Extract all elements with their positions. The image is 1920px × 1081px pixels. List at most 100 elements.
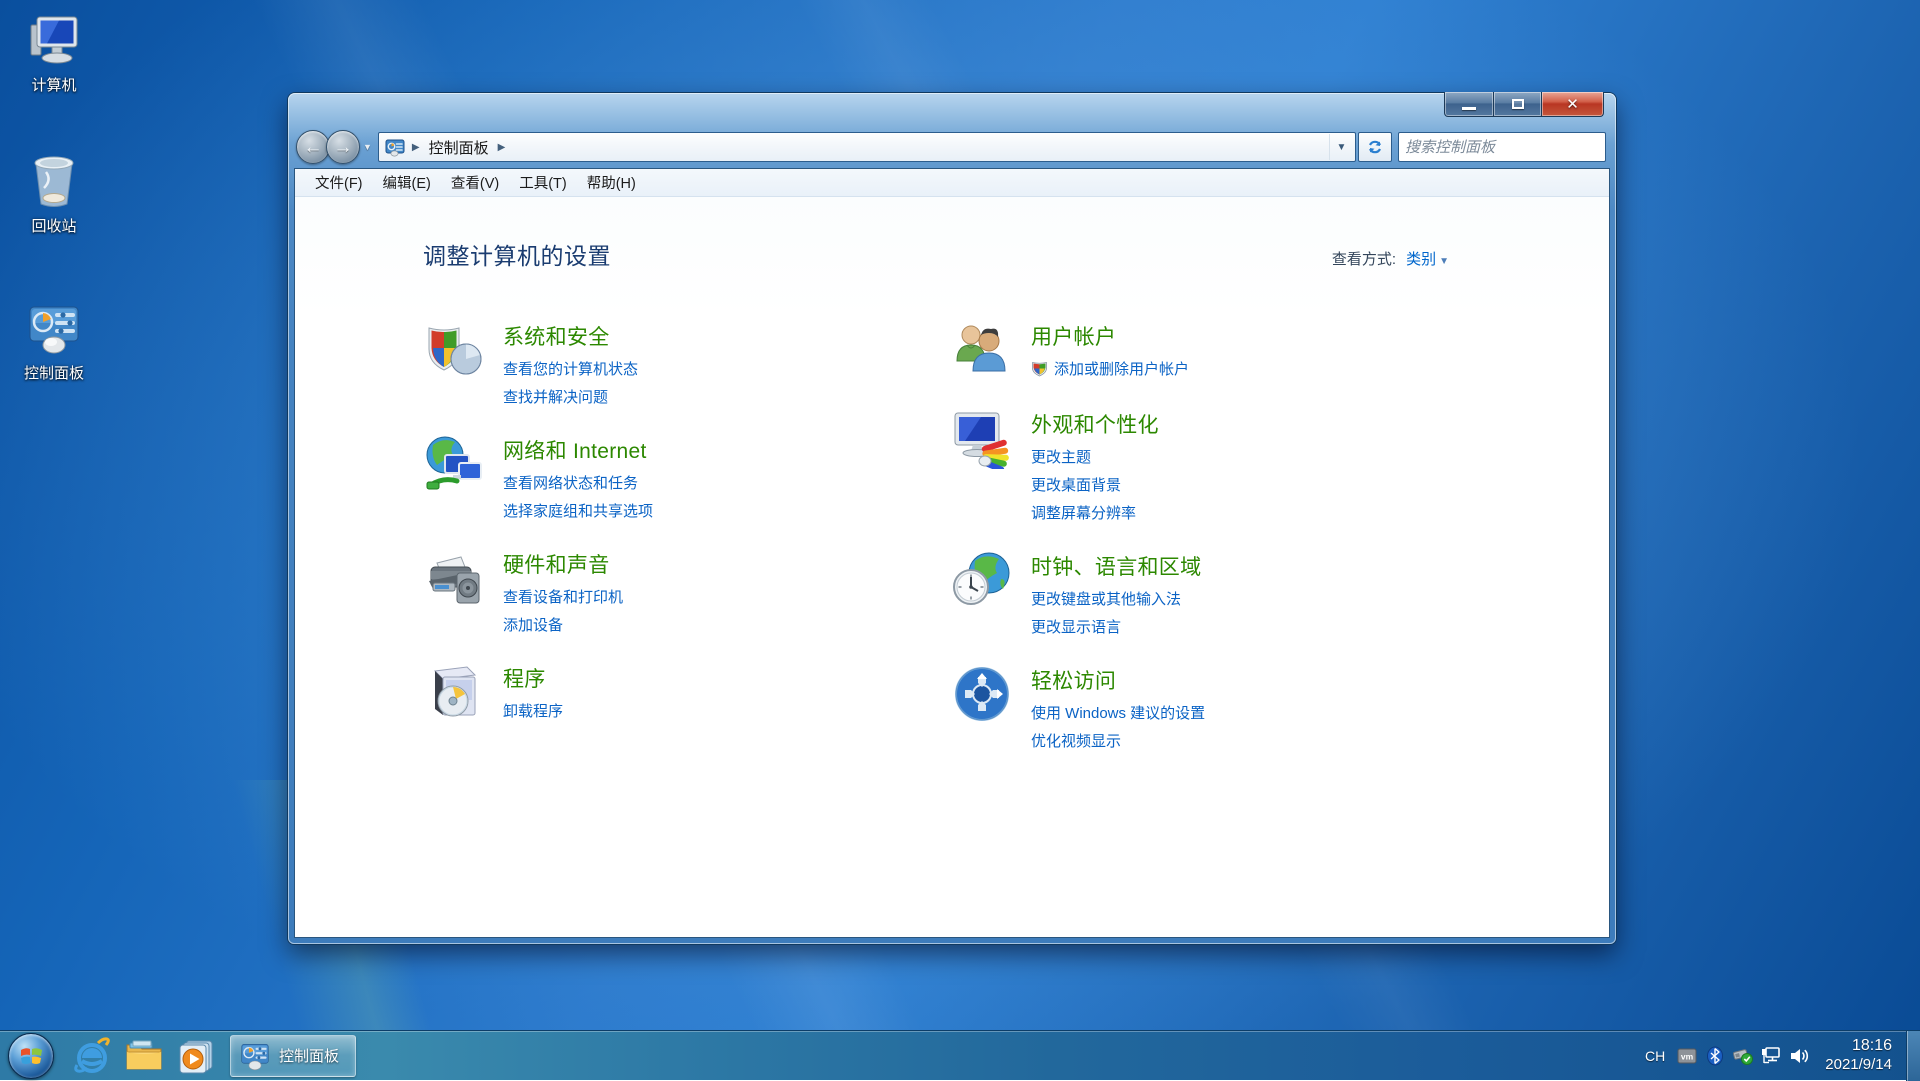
clock-language-region-icon[interactable] <box>951 549 1013 611</box>
category-link[interactable]: 优化视频显示 <box>1031 730 1205 751</box>
menu-tools[interactable]: 工具(T) <box>509 168 577 197</box>
category-title[interactable]: 用户帐户 <box>1031 321 1189 351</box>
address-bar[interactable]: ▶ 控制面板 ▶ ▼ <box>378 132 1356 162</box>
view-by-control: 查看方式: 类别▼ <box>1332 248 1449 269</box>
caption-buttons: ✕ <box>1444 92 1604 117</box>
volume-icon[interactable] <box>1785 1042 1813 1070</box>
search-box <box>1398 132 1606 162</box>
svg-text:vm: vm <box>1681 1051 1694 1061</box>
vmware-tools-icon[interactable]: vm <box>1673 1042 1701 1070</box>
window-titlebar[interactable]: ✕ <box>288 93 1616 126</box>
breadcrumb-arrow-icon[interactable]: ▶ <box>412 142 420 153</box>
breadcrumb-arrow-icon[interactable]: ▶ <box>498 142 506 153</box>
desktop-icon-recycle-bin[interactable]: 回收站 <box>8 151 100 236</box>
category-link[interactable]: 使用 Windows 建议的设置 <box>1031 702 1205 723</box>
ease-of-access-icon[interactable] <box>951 663 1013 725</box>
category-link[interactable]: 选择家庭组和共享选项 <box>503 500 653 521</box>
safely-remove-hardware-icon[interactable] <box>1729 1042 1757 1070</box>
category-title[interactable]: 硬件和声音 <box>503 549 623 579</box>
taskbar-active-task-control-panel[interactable]: 控制面板 <box>230 1035 356 1077</box>
programs-icon[interactable] <box>423 661 485 723</box>
minimize-button[interactable] <box>1444 92 1494 117</box>
category-title[interactable]: 程序 <box>503 663 563 693</box>
category-link-with-shield[interactable]: 添加或删除用户帐户 <box>1031 358 1189 379</box>
bluetooth-icon[interactable] <box>1701 1042 1729 1070</box>
taskbar-clock[interactable]: 18:16 2021/9/14 <box>1825 1036 1892 1075</box>
category-link[interactable]: 更改键盘或其他输入法 <box>1031 588 1201 609</box>
content-header: 调整计算机的设置 查看方式:类别▼ <box>295 197 1609 271</box>
search-input[interactable] <box>1405 139 1604 156</box>
category-title[interactable]: 时钟、语言和区域 <box>1031 551 1201 581</box>
media-player-icon <box>177 1037 215 1075</box>
category-user-accounts: 用户帐户 添加或删除用户帐户 <box>951 319 1471 381</box>
control-panel-window: ✕ ← → ▼ ▶ 控制面板 ▶ ▼ <box>288 93 1616 944</box>
active-task-label: 控制面板 <box>279 1045 339 1066</box>
desktop-icon-control-panel[interactable]: 控制面板 <box>8 298 100 383</box>
category-link[interactable]: 更改桌面背景 <box>1031 474 1159 495</box>
start-button[interactable] <box>8 1033 54 1079</box>
category-hardware-sound: 硬件和声音 查看设备和打印机 添加设备 <box>423 547 943 635</box>
category-link[interactable]: 卸载程序 <box>503 700 563 721</box>
taskbar-internet-explorer-button[interactable] <box>66 1033 118 1079</box>
chevron-down-icon[interactable]: ▼ <box>1439 256 1449 267</box>
user-accounts-icon[interactable] <box>951 319 1013 381</box>
refresh-button[interactable] <box>1358 132 1392 162</box>
close-button[interactable]: ✕ <box>1542 92 1604 117</box>
category-network-internet: 网络和 Internet 查看网络状态和任务 选择家庭组和共享选项 <box>423 433 943 521</box>
show-desktop-button[interactable] <box>1906 1031 1920 1081</box>
category-ease-of-access: 轻松访问 使用 Windows 建议的设置 优化视频显示 <box>951 663 1471 751</box>
appearance-personalization-icon[interactable] <box>951 407 1013 469</box>
address-dropdown-button[interactable]: ▼ <box>1329 134 1353 160</box>
breadcrumb-location[interactable]: 控制面板 <box>427 135 491 160</box>
menu-view[interactable]: 查看(V) <box>441 168 509 197</box>
category-link[interactable]: 更改显示语言 <box>1031 616 1201 637</box>
system-tray: CH vm <box>1637 1031 1920 1080</box>
category-column-right: 用户帐户 添加或删除用户帐户 <box>951 319 1471 777</box>
category-title[interactable]: 轻松访问 <box>1031 665 1205 695</box>
recent-pages-dropdown[interactable]: ▼ <box>363 142 372 152</box>
category-title[interactable]: 外观和个性化 <box>1031 409 1159 439</box>
recycle-bin-icon <box>24 151 84 211</box>
desktop-icon-computer[interactable]: 计算机 <box>8 10 100 95</box>
category-grid: 系统和安全 查看您的计算机状态 查找并解决问题 <box>295 271 1609 777</box>
network-icon[interactable] <box>1757 1042 1785 1070</box>
refresh-icon <box>1366 138 1384 156</box>
view-by-label: 查看方式: <box>1332 251 1396 268</box>
forward-button[interactable]: → <box>326 130 360 164</box>
control-panel-content: 调整计算机的设置 查看方式:类别▼ <box>295 197 1609 937</box>
category-title[interactable]: 网络和 Internet <box>503 435 653 465</box>
menu-edit[interactable]: 编辑(E) <box>373 168 441 197</box>
category-link[interactable]: 添加设备 <box>503 614 623 635</box>
category-link[interactable]: 查看设备和打印机 <box>503 586 623 607</box>
category-link[interactable]: 更改主题 <box>1031 446 1159 467</box>
taskbar-media-player-button[interactable] <box>170 1033 222 1079</box>
taskbar: 控制面板 CH vm <box>0 1030 1920 1080</box>
category-system-security: 系统和安全 查看您的计算机状态 查找并解决问题 <box>423 319 943 407</box>
category-link[interactable]: 查找并解决问题 <box>503 386 638 407</box>
maximize-icon <box>1512 99 1524 109</box>
computer-icon <box>24 10 84 70</box>
hardware-sound-icon[interactable] <box>423 547 485 609</box>
category-link[interactable]: 查看您的计算机状态 <box>503 358 638 379</box>
close-icon: ✕ <box>1566 95 1579 113</box>
menu-help[interactable]: 帮助(H) <box>577 168 646 197</box>
category-clock-language-region: 时钟、语言和区域 更改键盘或其他输入法 更改显示语言 <box>951 549 1471 637</box>
category-link[interactable]: 调整屏幕分辨率 <box>1031 502 1159 523</box>
category-title[interactable]: 系统和安全 <box>503 321 638 351</box>
category-column-left: 系统和安全 查看您的计算机状态 查找并解决问题 <box>423 319 943 777</box>
view-by-value[interactable]: 类别 <box>1406 251 1436 268</box>
control-panel-mini-icon <box>385 137 405 157</box>
back-arrow-icon: ← <box>304 138 323 157</box>
menu-bar: 文件(F) 编辑(E) 查看(V) 工具(T) 帮助(H) <box>295 169 1609 197</box>
back-button[interactable]: ← <box>296 130 330 164</box>
category-link[interactable]: 查看网络状态和任务 <box>503 472 653 493</box>
system-security-icon[interactable] <box>423 319 485 381</box>
control-panel-icon <box>239 1040 271 1072</box>
maximize-button[interactable] <box>1494 92 1542 117</box>
menu-file[interactable]: 文件(F) <box>305 168 373 197</box>
taskbar-file-explorer-button[interactable] <box>118 1033 170 1079</box>
input-language-indicator[interactable]: CH <box>1637 1044 1673 1068</box>
network-internet-icon[interactable] <box>423 433 485 495</box>
desktop-icon-label: 控制面板 <box>24 362 84 383</box>
navigation-toolbar: ← → ▼ ▶ 控制面板 ▶ ▼ <box>288 126 1616 168</box>
